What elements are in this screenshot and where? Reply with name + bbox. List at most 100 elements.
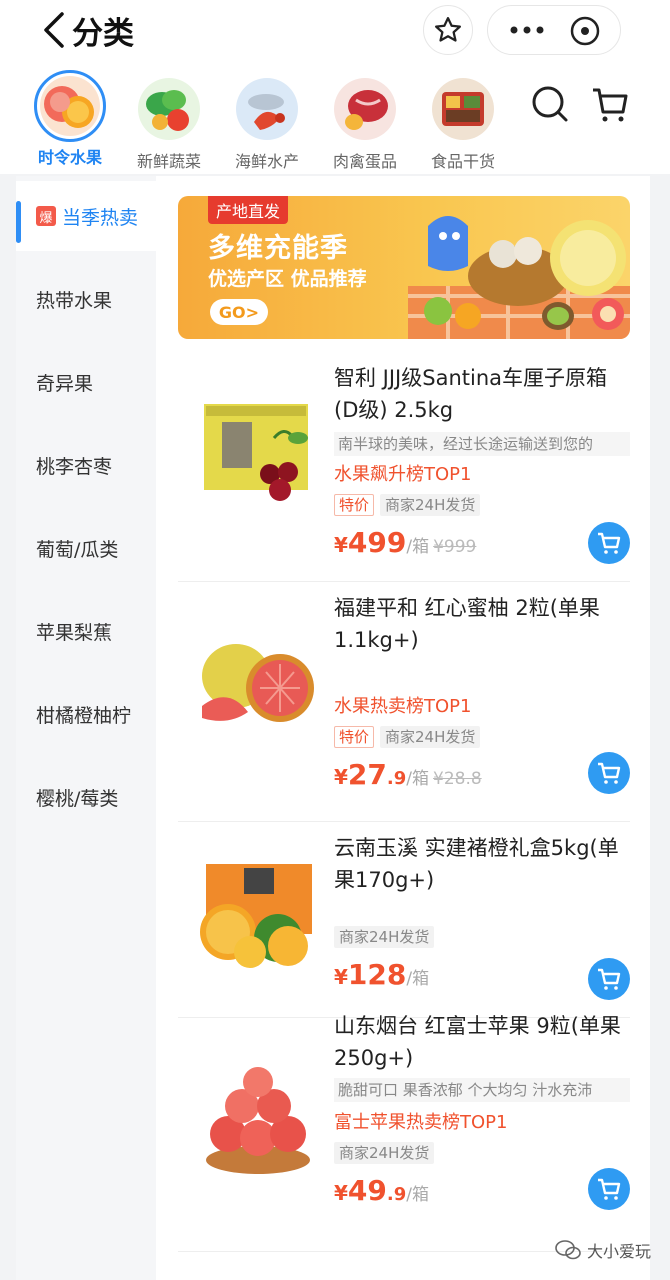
sidebar-item-tropical[interactable]: 热带水果 — [16, 264, 156, 334]
price: ¥49.9/箱 — [334, 1174, 429, 1207]
product-name: 云南玉溪 实建褚橙礼盒5kg(单果170g+) — [334, 836, 619, 892]
more-dots-icon — [510, 26, 544, 34]
orange-box-image — [200, 864, 312, 968]
sidebar-item-grape-melon[interactable]: 葡萄/瓜类 — [16, 513, 156, 583]
category-dry-goods[interactable]: 食品干货 — [418, 68, 508, 172]
search-icon[interactable] — [530, 84, 570, 124]
sidebar-item-cherry-berry[interactable]: 樱桃/莓类 — [16, 762, 156, 832]
vegetables-icon — [138, 78, 200, 140]
category-seasonal-fruit[interactable]: 时令水果 — [25, 68, 115, 168]
seafood-icon — [236, 78, 298, 140]
category-vegetables[interactable]: 新鲜蔬菜 — [124, 68, 214, 172]
fruit-basket-illustration — [408, 216, 630, 339]
banner-tag: 产地直发 — [208, 196, 289, 224]
product-card[interactable]: 山东烟台 红富士苹果 9粒(单果250g+) 脆甜可口 果香浓郁 个大均匀 汁水… — [178, 1014, 630, 1252]
more-button[interactable] — [502, 14, 552, 46]
sidebar-item-label: 樱桃/莓类 — [36, 787, 119, 810]
sidebar-item-label: 苹果梨蕉 — [36, 621, 113, 644]
cart-icon — [598, 532, 621, 554]
shipping-tag: 商家24H发货 — [380, 726, 481, 748]
category-label: 肉禽蛋品 — [332, 152, 397, 171]
tag-row: 特价 商家24H发货 — [334, 726, 481, 748]
product-name: 山东烟台 红富士苹果 9粒(单果250g+) — [334, 1014, 621, 1070]
tag-row: 商家24H发货 — [334, 1142, 435, 1164]
add-to-cart-button[interactable] — [588, 958, 630, 1000]
category-meat-eggs[interactable]: 肉禽蛋品 — [320, 68, 410, 172]
watermark-text: 大小爱玩 — [587, 1242, 652, 1261]
seasonal-fruit-icon — [34, 70, 106, 142]
price: ¥128/箱 — [334, 958, 429, 991]
price-currency: ¥ — [334, 765, 348, 789]
price-currency: ¥ — [334, 965, 348, 989]
star-icon — [435, 17, 461, 42]
category-label: 新鲜蔬菜 — [136, 152, 201, 171]
product-card[interactable]: 福建平和 红心蜜柚 2粒(单果1.1kg+) 水果热卖榜TOP1 特价 商家24… — [178, 582, 630, 822]
watermark: 大小爱玩 — [555, 1238, 651, 1262]
close-circle-icon — [570, 16, 600, 46]
category-seafood[interactable]: 海鲜水产 — [222, 68, 312, 172]
banner-subtitle: 优选产区 优品推荐 — [208, 268, 367, 290]
product-card[interactable]: 智利 JJJ级Santina车厘子原箱(D级) 2.5kg 南半球的美味，经过长… — [178, 356, 630, 582]
price-unit: /箱 — [406, 1185, 429, 1205]
sidebar-item-label: 柑橘橙柚柠 — [36, 704, 132, 727]
rank-label: 水果飙升榜TOP1 — [334, 464, 472, 485]
back-arrow-icon[interactable] — [40, 10, 68, 50]
add-to-cart-button[interactable] — [588, 522, 630, 564]
price-value: 49 — [347, 1174, 387, 1207]
banner-go-button[interactable]: GO> — [210, 299, 268, 325]
sidebar-item-label: 葡萄/瓜类 — [36, 538, 119, 561]
price-currency: ¥ — [334, 1181, 348, 1205]
sidebar-item-stone-fruit[interactable]: 桃李杏枣 — [16, 430, 156, 500]
cart-icon — [598, 968, 621, 990]
category-label: 时令水果 — [37, 148, 102, 167]
original-price: ¥28.8 — [433, 769, 482, 789]
shipping-tag: 商家24H发货 — [334, 1142, 435, 1164]
original-price: ¥999 — [433, 537, 477, 557]
top-bar: 分类 — [0, 0, 670, 62]
price-value: 128 — [347, 958, 407, 991]
sidebar-item-apple-pear[interactable]: 苹果梨蕉 — [16, 596, 156, 666]
cart-icon — [598, 762, 621, 784]
price-decimal: .9 — [386, 1184, 407, 1205]
rank-label: 富士苹果热卖榜TOP1 — [334, 1112, 508, 1133]
price-unit: /箱 — [406, 537, 430, 557]
sidebar-item-citrus[interactable]: 柑橘橙柚柠 — [16, 679, 156, 749]
category-bar: 时令水果 新鲜蔬菜 海鲜水产 肉禽蛋品 食品干货 — [0, 62, 670, 174]
product-description: 南半球的美味，经过长途运输送到您的 — [334, 432, 630, 456]
tag-row: 商家24H发货 — [334, 926, 435, 948]
apple-image — [206, 1067, 310, 1174]
add-to-cart-button[interactable] — [588, 752, 630, 794]
promo-banner[interactable]: 产地直发 多维充能季 优选产区 优品推荐 GO> — [178, 196, 630, 339]
product-description: 脆甜可口 果香浓郁 个大均匀 汁水充沛 — [334, 1078, 630, 1102]
wechat-icon — [555, 1240, 581, 1260]
page-title: 分类 — [72, 16, 134, 52]
sidebar-item-hot[interactable]: 爆 当季热卖 — [16, 181, 156, 251]
price-unit: /箱 — [406, 969, 430, 989]
shopping-cart-icon[interactable] — [590, 84, 630, 124]
banner-title: 多维充能季 — [208, 233, 348, 264]
sidebar-item-kiwi[interactable]: 奇异果 — [16, 347, 156, 417]
tag-row: 特价 商家24H发货 — [334, 494, 481, 516]
price-unit: /箱 — [406, 769, 429, 789]
price-value: 499 — [347, 526, 407, 559]
add-to-cart-button[interactable] — [588, 1168, 630, 1210]
price-value: 27 — [347, 758, 387, 791]
sidebar: 爆 当季热卖 热带水果 奇异果 桃李杏枣 葡萄/瓜类 苹果梨蕉 柑橘橙柚柠 樱桃… — [16, 176, 156, 1280]
price: ¥27.9/箱 ¥28.8 — [334, 758, 482, 791]
category-label: 食品干货 — [430, 152, 495, 171]
product-name: 福建平和 红心蜜柚 2粒(单果1.1kg+) — [334, 596, 600, 652]
cart-icon — [598, 1178, 621, 1200]
hot-badge: 爆 — [36, 206, 56, 226]
dry-goods-icon — [432, 78, 494, 140]
product-card[interactable]: 云南玉溪 实建褚橙礼盒5kg(单果170g+) 商家24H发货 ¥128/箱 — [178, 822, 630, 1018]
close-miniapp-button[interactable] — [568, 14, 602, 48]
favorite-button[interactable] — [423, 5, 473, 55]
price-currency: ¥ — [334, 533, 348, 557]
price: ¥499/箱 ¥999 — [334, 526, 476, 559]
sidebar-item-label: 桃李杏枣 — [36, 455, 113, 478]
pomelo-image — [202, 644, 314, 722]
category-label: 海鲜水产 — [234, 152, 299, 171]
shipping-tag: 商家24H发货 — [380, 494, 481, 516]
product-panel: 产地直发 多维充能季 优选产区 优品推荐 GO> 智利 JJJ级Santina车… — [156, 176, 650, 1280]
price-decimal: .9 — [386, 768, 407, 789]
